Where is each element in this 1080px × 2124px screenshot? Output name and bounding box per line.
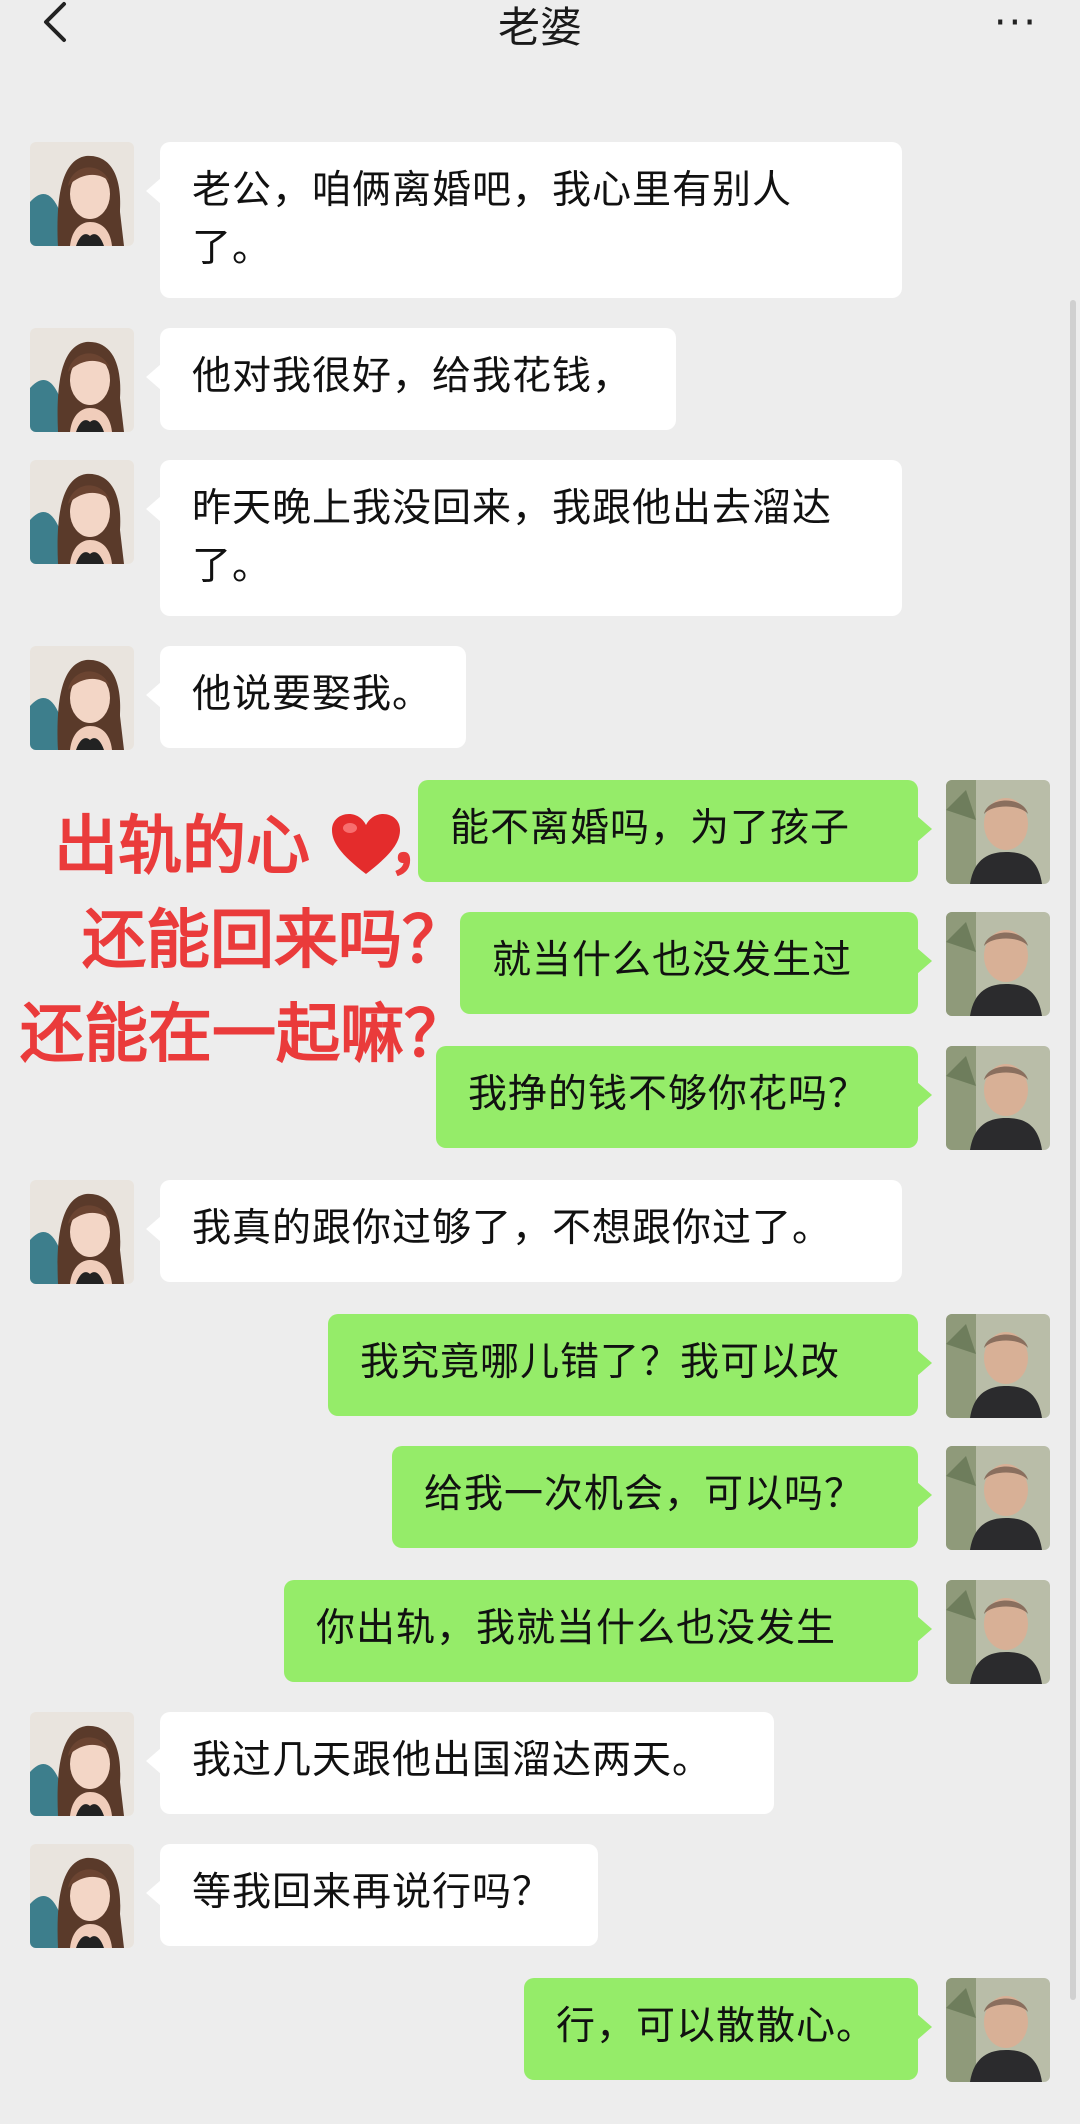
woman-avatar-icon [30,1180,134,1284]
avatar-wife[interactable] [30,460,134,564]
avatar-wife[interactable] [30,328,134,432]
avatar-wife[interactable] [30,1844,134,1948]
message-bubble[interactable]: 等我回来再说行吗？ [146,1844,598,1946]
message-bubble[interactable]: 他对我很好，给我花钱， [146,328,676,430]
chat-header: 老婆 ··· [0,0,1080,62]
avatar-wife[interactable] [30,646,134,750]
man-avatar-icon [946,1978,1050,2082]
man-avatar-icon [946,780,1050,884]
red-heart-icon [332,814,400,874]
woman-avatar-icon [30,328,134,432]
message-bubble[interactable]: 给我一次机会，可以吗？ [392,1446,932,1548]
woman-avatar-icon [30,1712,134,1816]
man-avatar-icon [946,1046,1050,1150]
woman-avatar-icon [30,646,134,750]
woman-avatar-icon [30,142,134,246]
message-bubble[interactable]: 能不离婚吗，为了孩子 [418,780,932,882]
man-avatar-icon [946,1314,1050,1418]
avatar-husband[interactable] [946,1046,1050,1150]
man-avatar-icon [946,1446,1050,1550]
chat-title: 老婆 [497,3,582,52]
avatar-husband[interactable] [946,1314,1050,1418]
message-bubble[interactable]: 老公，咱俩离婚吧，我心里有别人了。 [146,142,902,298]
avatar-husband[interactable] [946,1978,1050,2082]
avatar-husband[interactable] [946,780,1050,884]
avatar-husband[interactable] [946,1580,1050,1684]
avatar-husband[interactable] [946,1446,1050,1550]
message-bubble[interactable]: 我真的跟你过够了，不想跟你过了。 [146,1180,902,1282]
more-options-button[interactable]: ··· [994,0,1038,46]
overlay-line-2: 还能回来吗？ [82,904,466,978]
message-bubble[interactable]: 行，可以散散心。 [524,1978,932,2080]
message-bubble[interactable]: 他说要娶我。 [146,646,466,748]
avatar-wife[interactable] [30,1712,134,1816]
message-bubble[interactable]: 我究竟哪儿错了？我可以改 [328,1314,932,1416]
man-avatar-icon [946,912,1050,1016]
message-bubble[interactable]: 我过几天跟他出国溜达两天。 [146,1712,774,1814]
man-avatar-icon [946,1580,1050,1684]
message-bubble[interactable]: 就当什么也没发生过 [460,912,932,1014]
avatar-wife[interactable] [30,1180,134,1284]
message-bubble[interactable]: 我挣的钱不够你花吗？ [436,1046,932,1148]
avatar-wife[interactable] [30,142,134,246]
message-bubble[interactable]: 你出轨，我就当什么也没发生 [284,1580,932,1682]
woman-avatar-icon [30,1844,134,1948]
message-bubble[interactable]: 昨天晚上我没回来，我跟他出去溜达了。 [146,460,902,616]
woman-avatar-icon [30,460,134,564]
scrollbar[interactable] [1070,300,1076,2000]
overlay-line-3: 还能在一起嘛？ [20,998,468,1072]
avatar-husband[interactable] [946,912,1050,1016]
